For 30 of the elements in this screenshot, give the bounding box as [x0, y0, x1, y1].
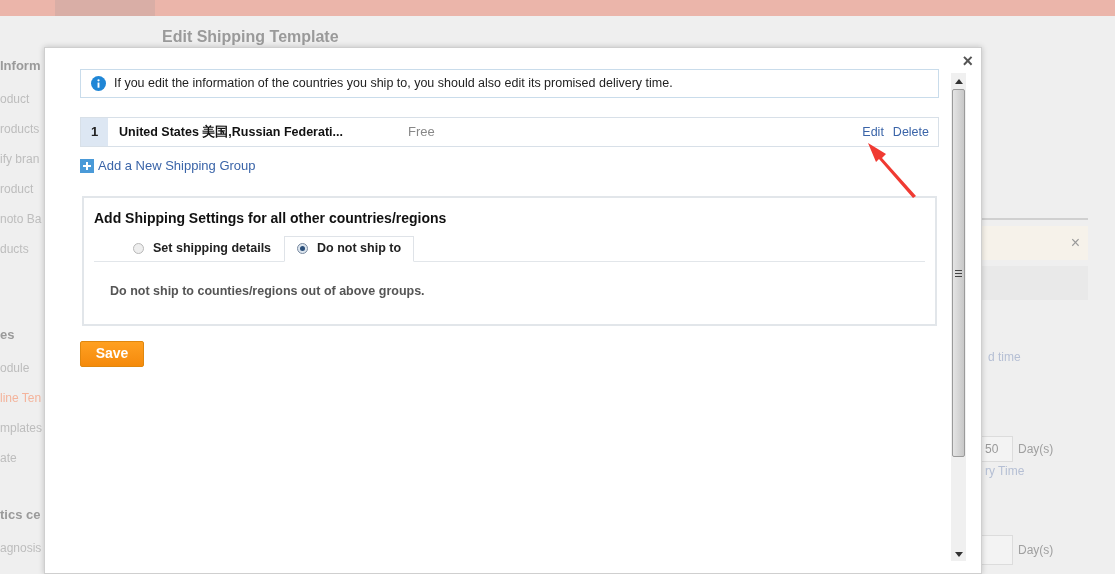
radio-button[interactable]	[297, 243, 309, 254]
unit-label: Day(s)	[1018, 542, 1054, 559]
add-group-link[interactable]: Add a New Shipping Group	[80, 156, 939, 176]
settings-title: Add Shipping Settings for all other countries/regions	[94, 208, 448, 228]
page-heading: Edit Shipping Template	[162, 28, 340, 45]
field-label: ry Time	[984, 463, 1026, 480]
sidebar-heading: es	[0, 326, 16, 345]
info-icon	[91, 76, 106, 91]
scroll-up-icon[interactable]	[954, 79, 963, 84]
notice-text: If you edit the information of the countries you ship to, you should also edit its promised delivery time.	[114, 75, 673, 93]
shipping-cost: Free	[408, 123, 435, 142]
grip-icon	[955, 269, 962, 277]
action-link[interactable]: Delete	[892, 122, 929, 142]
shipping-option-tab[interactable]: Set shipping details	[120, 235, 285, 262]
unit-label: Day(s)	[1018, 441, 1054, 458]
settings-message: Do not ship to counties/regions out of above groups.	[110, 282, 426, 300]
close-button[interactable]: ×	[962, 52, 973, 70]
sidebar-heading: Inform	[0, 57, 42, 76]
plus-icon	[80, 158, 94, 173]
scroll-thumb[interactable]	[952, 89, 965, 457]
radio-button[interactable]	[133, 243, 144, 254]
group-countries: United States 美国,Russian Federati...	[119, 123, 344, 141]
group-number: 1	[81, 118, 108, 146]
scroll-down-icon[interactable]	[954, 552, 963, 557]
sidebar-item[interactable]: line Ten	[0, 383, 44, 413]
shipping-option-tab[interactable]: Do not ship to	[284, 235, 415, 262]
save-button[interactable]: Save	[80, 340, 144, 367]
action-link[interactable]: Edit	[862, 122, 884, 142]
scrollbar[interactable]	[951, 73, 966, 561]
sidebar-heading: tics ce	[0, 506, 42, 525]
